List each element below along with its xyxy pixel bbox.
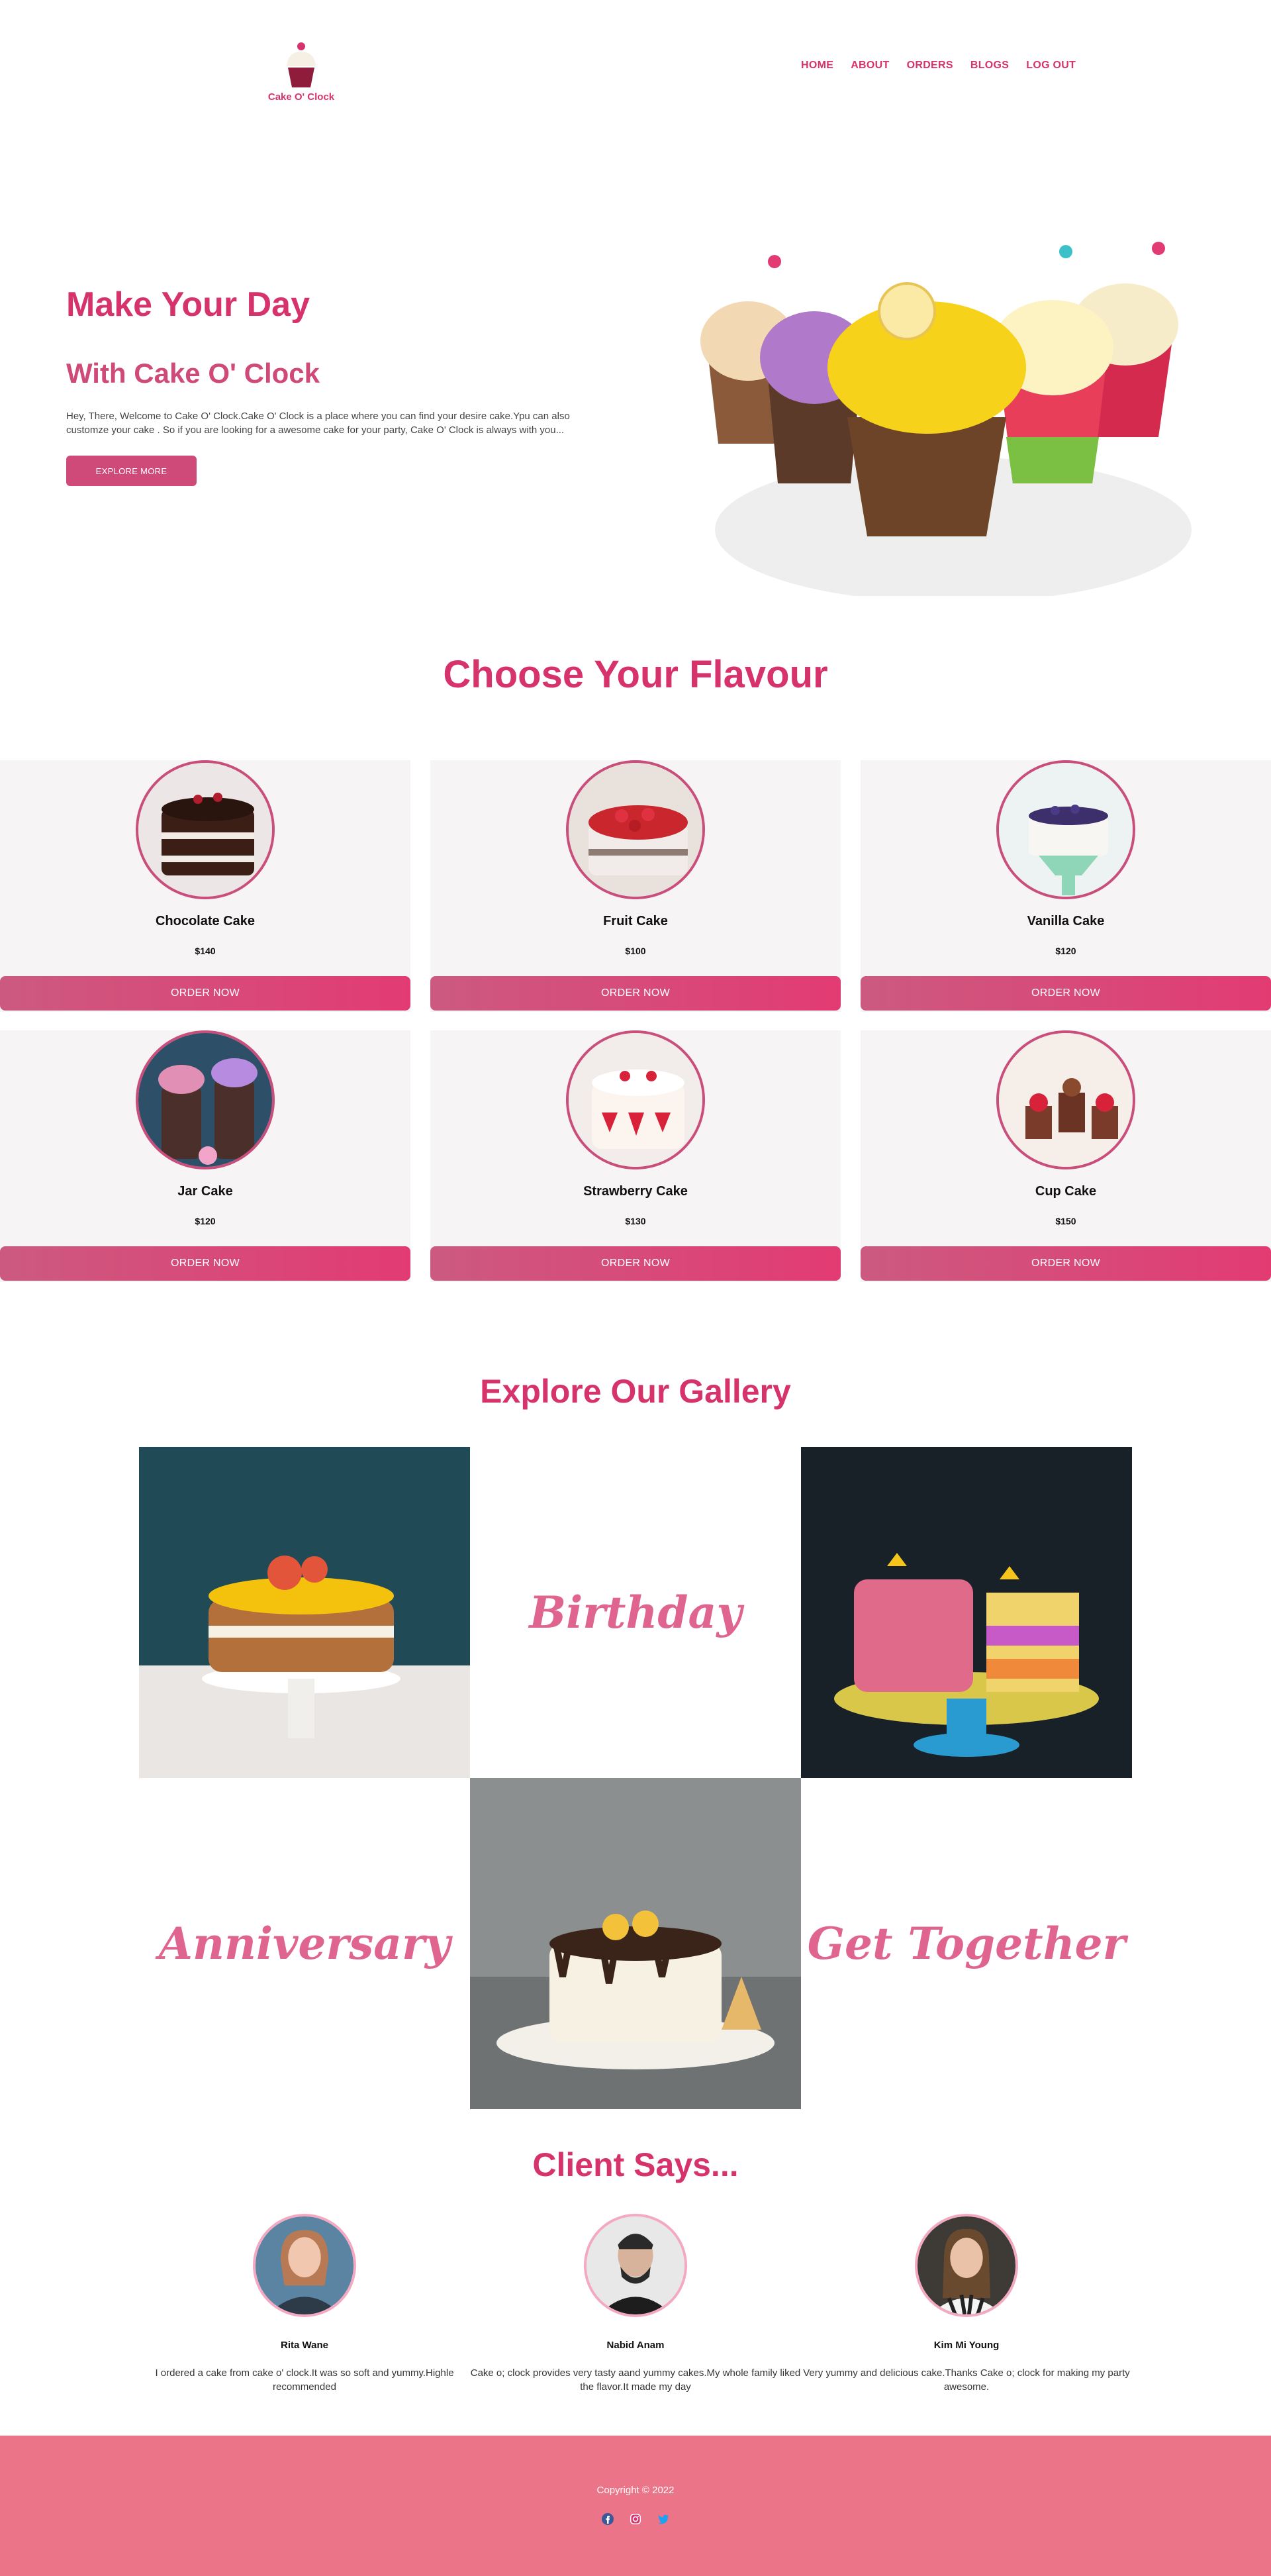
gallery-word-anniversary: Anniversary (158, 1918, 451, 1969)
flavour-card: Vanilla Cake $120 ORDER NOW (861, 760, 1271, 1012)
logo-text: Cake O' Clock (267, 91, 335, 103)
order-now-button[interactable]: ORDER NOW (861, 1246, 1271, 1281)
client-name: Nabid Anam (606, 2340, 665, 2351)
hero-title: Make Your Day (66, 285, 310, 324)
flavour-card: Jar Cake $120 ORDER NOW (0, 1030, 410, 1282)
card-price: $140 (195, 946, 216, 956)
cupcake-logo-icon (287, 42, 316, 87)
facebook-icon[interactable] (601, 2512, 614, 2526)
card-name: Jar Cake (177, 1184, 233, 1199)
nav-menu: HOME ABOUT ORDERS BLOGS LOG OUT (801, 60, 1076, 72)
jar-cake-image (136, 1030, 275, 1169)
hero-subtitle: With Cake O' Clock (66, 358, 320, 389)
avatar (253, 2214, 356, 2317)
flavour-card: Chocolate Cake $140 ORDER NOW (0, 760, 410, 1012)
flavour-card: Cup Cake $150 ORDER NOW (861, 1030, 1271, 1282)
hero-text: Hey, There, Welcome to Cake O' Clock.Cak… (66, 411, 570, 436)
flavour-card: Strawberry Cake $130 ORDER NOW (430, 1030, 841, 1282)
card-name: Strawberry Cake (583, 1184, 688, 1199)
card-name: Chocolate Cake (155, 914, 256, 928)
cup-cake-image (996, 1030, 1135, 1169)
order-now-button[interactable]: ORDER NOW (430, 1246, 841, 1281)
nav-orders[interactable]: ORDERS (907, 60, 953, 72)
hero-cupcakes-image (700, 242, 1192, 596)
instagram-icon[interactable] (629, 2512, 642, 2526)
strawberry-cake-image (566, 1030, 705, 1169)
navbar: Cake O' Clock HOME ABOUT ORDERS BLOGS LO… (0, 0, 1271, 132)
nav-about[interactable]: ABOUT (851, 60, 889, 72)
client-name: Kim Mi Young (933, 2340, 1000, 2351)
card-price: $120 (195, 1216, 216, 1226)
flavour-section-title: Choose Your Flavour (443, 653, 828, 696)
nav-logout[interactable]: LOG OUT (1026, 60, 1076, 72)
twitter-icon[interactable] (657, 2512, 670, 2526)
card-price: $120 (1055, 946, 1076, 956)
gallery-word-birthday: Birthday (529, 1587, 742, 1638)
gallery-image-naked-cake[interactable] (139, 1447, 470, 1778)
vanilla-cake-image (996, 760, 1135, 899)
gallery-image-drip-cake[interactable] (470, 1778, 801, 2109)
order-now-button[interactable]: ORDER NOW (861, 976, 1271, 1011)
nav-blogs[interactable]: BLOGS (970, 60, 1009, 72)
clients-section-title: Client Says... (532, 2146, 739, 2183)
client-text: Cake o; clock provides very tasty aand y… (470, 2367, 801, 2393)
avatar (584, 2214, 687, 2317)
order-now-button[interactable]: ORDER NOW (430, 976, 841, 1011)
card-name: Fruit Cake (603, 914, 668, 928)
fruit-cake-image (566, 760, 705, 899)
order-now-button[interactable]: ORDER NOW (0, 976, 410, 1011)
card-name: Cup Cake (1035, 1184, 1097, 1199)
avatar (915, 2214, 1018, 2317)
logo[interactable]: Cake O' Clock (265, 40, 338, 113)
explore-more-button[interactable]: EXPLORE MORE (66, 456, 197, 486)
card-price: $100 (625, 946, 646, 956)
footer: Copyright © 2022 (0, 2436, 1271, 2576)
social-links (601, 2512, 670, 2526)
flavour-card: Fruit Cake $100 ORDER NOW (430, 760, 841, 1012)
card-name: Vanilla Cake (1027, 914, 1105, 928)
nav-home[interactable]: HOME (801, 60, 833, 72)
copyright-text: Copyright © 2022 (596, 2485, 675, 2496)
gallery-word-get-together: Get Together (807, 1918, 1126, 1969)
client-text: I ordered a cake from cake o' clock.It w… (155, 2367, 454, 2393)
chocolate-cake-image (136, 760, 275, 899)
card-price: $150 (1055, 1216, 1076, 1226)
client-text: Very yummy and delicious cake.Thanks Cak… (803, 2367, 1130, 2393)
client-name: Rita Wane (281, 2340, 328, 2351)
gallery-section-title: Explore Our Gallery (480, 1373, 791, 1410)
card-price: $130 (625, 1216, 646, 1226)
order-now-button[interactable]: ORDER NOW (0, 1246, 410, 1281)
gallery-image-sprinkle-cake[interactable] (801, 1447, 1132, 1778)
